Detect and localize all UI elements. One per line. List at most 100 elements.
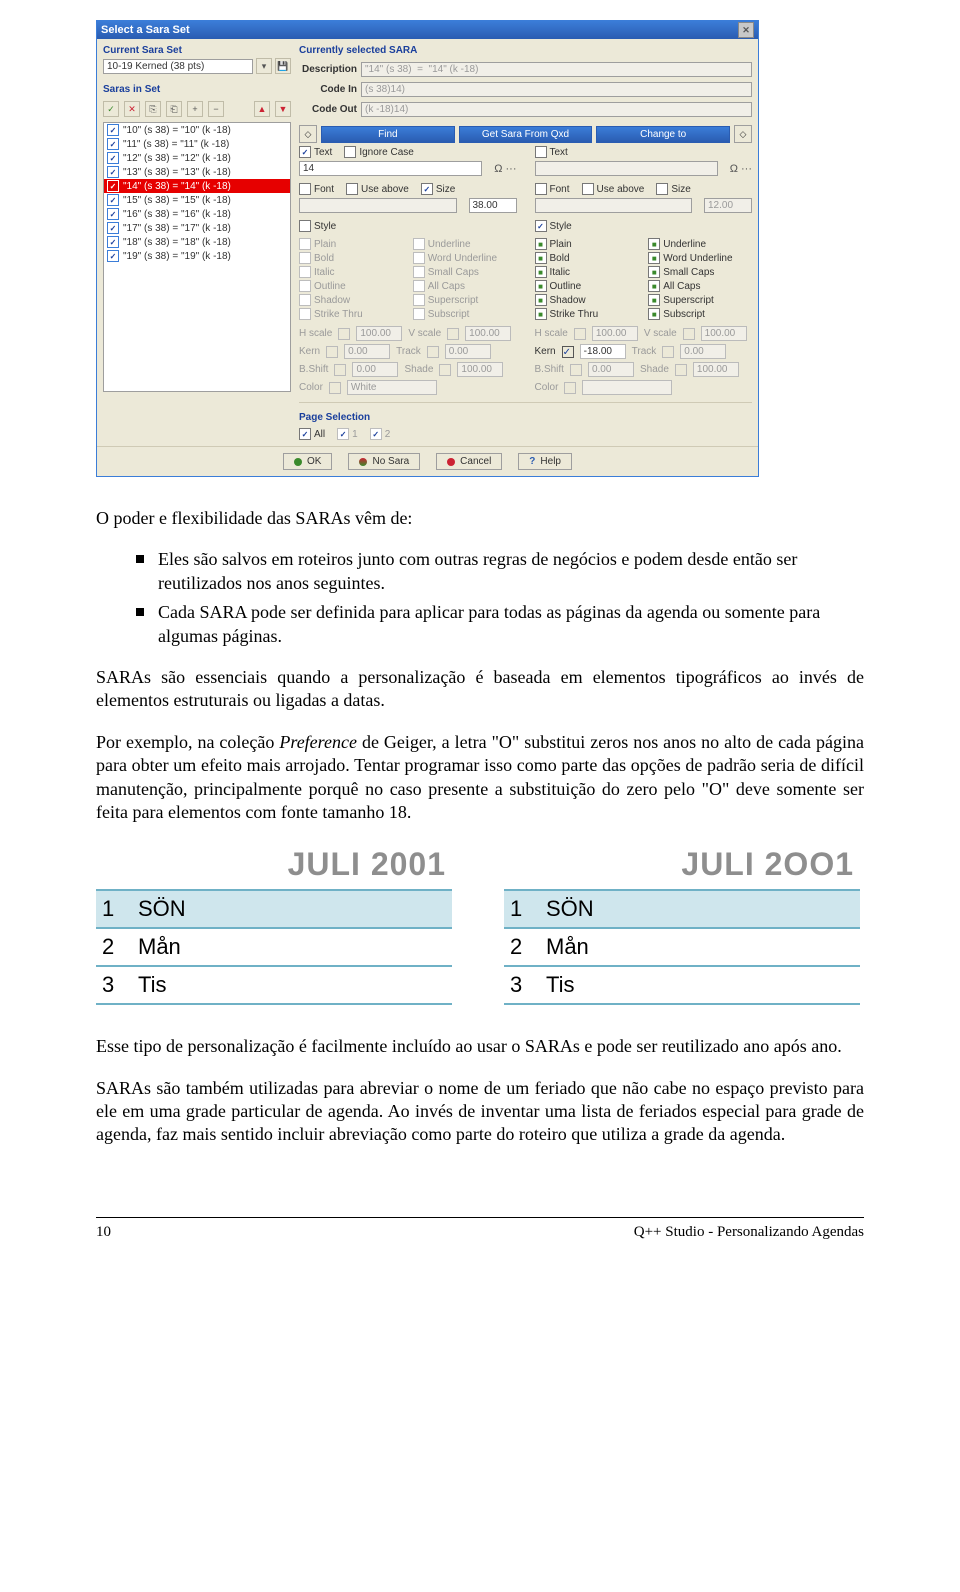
style-plain[interactable]: ■Plain [535,238,639,250]
style-allcaps: All Caps [413,280,517,292]
remove-icon[interactable]: − [208,101,224,117]
style-strikethru[interactable]: ■Strike Thru [535,308,639,320]
find-font-input [299,198,457,213]
style-bold: Bold [299,252,403,264]
style-strikethru: Strike Thru [299,308,403,320]
save-icon[interactable]: 💾 [275,58,291,74]
list-item[interactable]: ✓"13" (s 38) = "13" (k -18) [104,165,290,179]
juli-row: 1SÖN [504,889,860,927]
find-header: Find [321,126,455,143]
style-smallcaps[interactable]: ■Small Caps [648,266,752,278]
juli-title: JULI 2001 [96,846,452,883]
current-set-label: Current Sara Set [103,45,291,56]
saras-in-set-label: Saras in Set [103,84,291,95]
codeout-field [361,102,752,117]
sara-list[interactable]: ✓"10" (s 38) = "10" (k -18) ✓"11" (s 38)… [103,122,291,392]
omega-icon[interactable]: Ω ··· [494,163,516,175]
page-selection-label: Page Selection [299,412,752,423]
paragraph: SARAs são também utilizadas para abrevia… [96,1077,864,1147]
find-text-input[interactable] [299,161,482,176]
omega-icon[interactable]: Ω ··· [730,163,752,175]
juli-examples: JULI 2001 1SÖN 2Mån 3Tis JULI 2OO1 1SÖN … [96,846,864,1005]
bullet-item: Eles são salvos em roteiros junto com ou… [136,548,864,595]
ignore-case-check[interactable]: Ignore Case [344,146,413,158]
change-style-check[interactable]: ✓Style [535,220,572,232]
check-icon[interactable]: ✓ [103,101,119,117]
help-button[interactable]: ?Help [518,453,572,470]
current-set-input[interactable] [103,59,253,74]
find-shade [457,362,503,377]
list-toolbar: ✓ ✕ ⎘ ⎗ + − ▲ ▼ [103,101,291,117]
get-sara-header[interactable]: Get Sara From Qxd [459,126,593,143]
style-outline[interactable]: ■Outline [535,280,639,292]
change-color [582,380,672,395]
find-vscale [465,326,511,341]
juli-title: JULI 2OO1 [504,846,860,883]
move-down-icon[interactable]: ▼ [275,101,291,117]
style-plain: Plain [299,238,403,250]
style-subscript[interactable]: ■Subscript [648,308,752,320]
juli-before: JULI 2001 1SÖN 2Mån 3Tis [96,846,452,1005]
find-font-check[interactable]: Font [299,183,334,195]
change-font-input [535,198,693,213]
change-useabove-check[interactable]: Use above [582,183,645,195]
list-item[interactable]: ✓"15" (s 38) = "15" (k -18) [104,193,290,207]
find-color [347,380,437,395]
change-next-icon[interactable]: ◇ [734,125,752,143]
style-allcaps[interactable]: ■All Caps [648,280,752,292]
change-bshift [588,362,634,377]
sara-set-dialog: Select a Sara Set ✕ Current Sara Set ▾ 💾… [96,20,759,477]
style-underline[interactable]: ■Underline [648,238,752,250]
change-size-check[interactable]: Size [656,183,690,195]
list-item[interactable]: ✓"19" (s 38) = "19" (k -18) [104,249,290,263]
add-icon[interactable]: + [187,101,203,117]
find-prev-icon[interactable]: ◇ [299,125,317,143]
list-item[interactable]: ✓"16" (s 38) = "16" (k -18) [104,207,290,221]
style-wordunderline: Word Underline [413,252,517,264]
list-item-selected[interactable]: ✓"14" (s 38) = "14" (k -18) [104,179,290,193]
find-useabove-check[interactable]: Use above [346,183,409,195]
list-item[interactable]: ✓"12" (s 38) = "12" (k -18) [104,151,290,165]
change-size-input [704,198,752,213]
copy-icon[interactable]: ⎘ [145,101,161,117]
find-style-check[interactable]: Style [299,220,336,232]
juli-after: JULI 2OO1 1SÖN 2Mån 3Tis [504,846,860,1005]
style-superscript[interactable]: ■Superscript [648,294,752,306]
find-hscale [356,326,402,341]
button-bar: OK No Sara Cancel ?Help [97,446,758,476]
find-track [445,344,491,359]
codein-field [361,82,752,97]
delete-icon[interactable]: ✕ [124,101,140,117]
codein-label: Code In [299,84,357,95]
style-bold[interactable]: ■Bold [535,252,639,264]
change-vscale [701,326,747,341]
style-smallcaps: Small Caps [413,266,517,278]
find-size-check[interactable]: ✓Size [421,183,455,195]
style-italic[interactable]: ■Italic [535,266,639,278]
list-item[interactable]: ✓"18" (s 38) = "18" (k -18) [104,235,290,249]
juli-row: 3Tis [504,965,860,1003]
dropdown-icon[interactable]: ▾ [256,58,272,74]
list-item[interactable]: ✓"17" (s 38) = "17" (k -18) [104,221,290,235]
style-underline: Underline [413,238,517,250]
find-text-check[interactable]: ✓Text [299,146,332,158]
ok-button[interactable]: OK [283,453,332,470]
change-font-check[interactable]: Font [535,183,570,195]
change-panel: Text Ω ··· Font Use above Size ✓Style [535,146,753,395]
list-item[interactable]: ✓"10" (s 38) = "10" (k -18) [104,123,290,137]
bullet-item: Cada SARA pode ser definida para aplicar… [136,601,864,648]
find-size-input[interactable] [469,198,517,213]
nosara-button[interactable]: No Sara [348,453,420,470]
close-icon[interactable]: ✕ [738,22,754,38]
style-shadow[interactable]: ■Shadow [535,294,639,306]
paste-icon[interactable]: ⎗ [166,101,182,117]
change-kern[interactable] [580,344,626,359]
find-kern [344,344,390,359]
dialog-titlebar[interactable]: Select a Sara Set ✕ [97,21,758,39]
style-wordunderline[interactable]: ■Word Underline [648,252,752,264]
page-all-check[interactable]: ✓All [299,428,325,440]
change-text-check[interactable]: Text [535,146,568,158]
cancel-button[interactable]: Cancel [436,453,502,470]
list-item[interactable]: ✓"11" (s 38) = "11" (k -18) [104,137,290,151]
move-up-icon[interactable]: ▲ [254,101,270,117]
